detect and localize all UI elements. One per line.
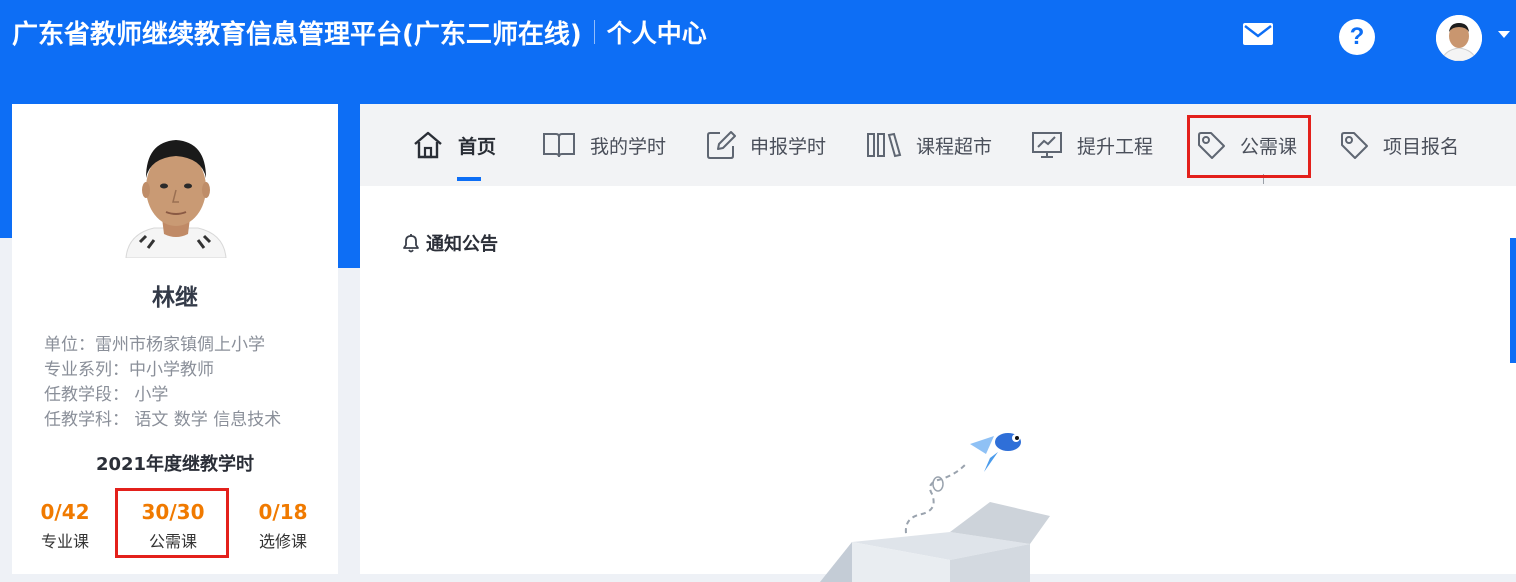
scrollbar-accent: [1510, 238, 1516, 363]
profile-card: 林继 单位：雷州市杨家镇倜上小学 专业系列：中小学教师 任教学段： 小学 任教学…: [12, 104, 338, 574]
highlight-box-public-course-tab: [1187, 115, 1311, 178]
info-teaching-stage: 任教学段： 小学: [44, 385, 169, 405]
info-teaching-subjects: 任教学科： 语文 数学 信息技术: [44, 410, 282, 430]
nav-label: 课程超市: [916, 135, 993, 158]
bell-icon: [403, 234, 419, 253]
nav-label: 提升工程: [1077, 135, 1154, 158]
stat-value: 0/18: [258, 500, 308, 524]
tag-icon: [1341, 132, 1368, 159]
nav-label: 我的学时: [590, 135, 667, 158]
chart-board-icon: [1032, 132, 1062, 158]
nav-item-project-signup[interactable]: 项目报名: [1339, 104, 1459, 186]
chevron-down-icon[interactable]: [1498, 31, 1510, 38]
stat-label: 选修课: [258, 532, 307, 551]
stat-elective-course[interactable]: 0/18 选修课: [228, 500, 338, 552]
nav-label: 申报学时: [750, 135, 827, 158]
nav-label: 项目报名: [1383, 135, 1460, 158]
help-glyph: ?: [1349, 23, 1365, 50]
help-icon[interactable]: ?: [1339, 19, 1375, 55]
nav-label: 首页: [458, 135, 497, 158]
avatar[interactable]: [1436, 15, 1482, 61]
nav-item-my-hours[interactable]: 我的学时: [542, 104, 666, 186]
title-divider: [593, 20, 595, 44]
mail-icon[interactable]: [1242, 18, 1274, 50]
highlight-box-public-stat: [115, 488, 229, 558]
site-header: 广东省教师继续教育信息管理平台(广东二师在线) 个人中心: [12, 12, 707, 52]
nav-item-improvement-project[interactable]: 提升工程: [1031, 104, 1153, 186]
nav-item-declare-hours[interactable]: 申报学时: [706, 104, 826, 186]
profile-name: 林继: [152, 285, 198, 311]
main-panel: 首页 我的学时 申报学时 课程超市 提升工程 公需课 项目报名 通知公告: [360, 104, 1516, 582]
stat-professional-course[interactable]: 0/42 专业课: [10, 500, 120, 552]
info-organization: 单位：雷州市杨家镇倜上小学: [44, 335, 265, 355]
nav-active-indicator: [457, 177, 481, 181]
nav-item-home[interactable]: 首页: [412, 104, 496, 186]
edit-icon: [707, 131, 736, 159]
nav-item-course-market[interactable]: 课程超市: [866, 104, 992, 186]
stat-value: 0/42: [40, 500, 90, 524]
book-icon: [543, 133, 575, 158]
home-icon: [414, 131, 442, 159]
profile-photo: [118, 130, 234, 258]
library-icon: [867, 132, 902, 158]
nav-bar: 首页 我的学时 申报学时 课程超市 提升工程 公需课 项目报名: [360, 104, 1516, 186]
info-professional-series: 专业系列：中小学教师: [44, 360, 214, 380]
notice-heading: 通知公告: [400, 230, 498, 256]
stat-label: 专业课: [40, 532, 89, 551]
notice-title: 通知公告: [426, 234, 498, 255]
page-subtitle: 个人中心: [606, 19, 707, 48]
site-title[interactable]: 广东省教师继续教育信息管理平台(广东二师在线): [12, 14, 582, 51]
year-credit-title: 2021年度继教学时: [95, 454, 255, 475]
empty-state-illustration: [820, 433, 1050, 582]
